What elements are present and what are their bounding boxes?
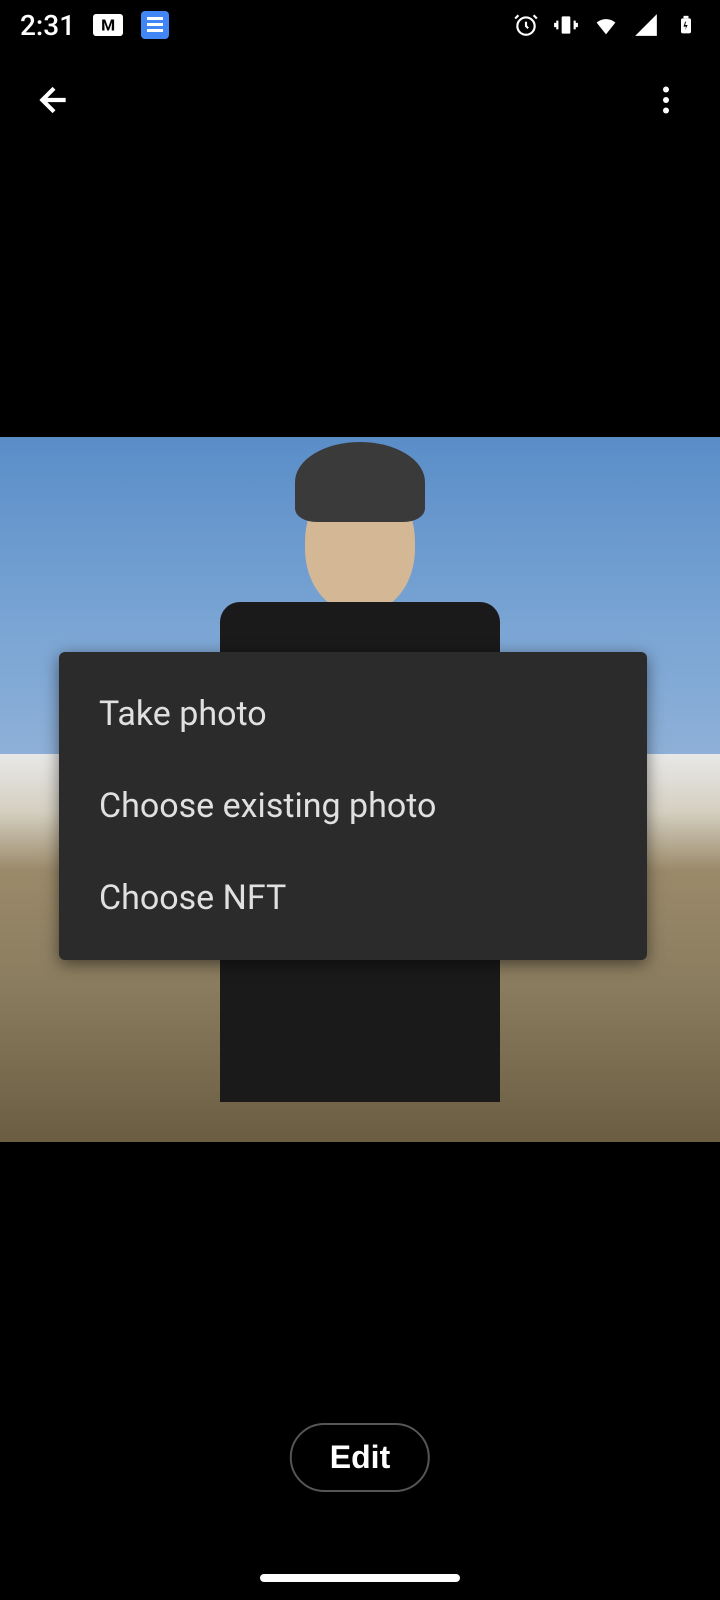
status-right: [512, 11, 700, 39]
back-button[interactable]: [30, 76, 78, 124]
gmail-icon: [93, 14, 123, 36]
more-options-button[interactable]: [642, 76, 690, 124]
edit-button[interactable]: Edit: [290, 1423, 430, 1492]
battery-icon: [672, 11, 700, 39]
photo-options-menu: Take photo Choose existing photo Choose …: [59, 652, 647, 960]
menu-item-take-photo[interactable]: Take photo: [59, 668, 647, 760]
wifi-icon: [592, 11, 620, 39]
vibrate-icon: [552, 11, 580, 39]
alarm-icon: [512, 11, 540, 39]
google-news-icon: [141, 11, 169, 39]
menu-item-choose-existing[interactable]: Choose existing photo: [59, 760, 647, 852]
status-time: 2:31: [20, 9, 75, 42]
menu-item-choose-nft[interactable]: Choose NFT: [59, 852, 647, 944]
status-left: 2:31: [20, 9, 169, 42]
navigation-handle[interactable]: [260, 1574, 460, 1582]
app-bar: [0, 50, 720, 150]
status-bar: 2:31: [0, 0, 720, 50]
signal-icon: [632, 11, 660, 39]
